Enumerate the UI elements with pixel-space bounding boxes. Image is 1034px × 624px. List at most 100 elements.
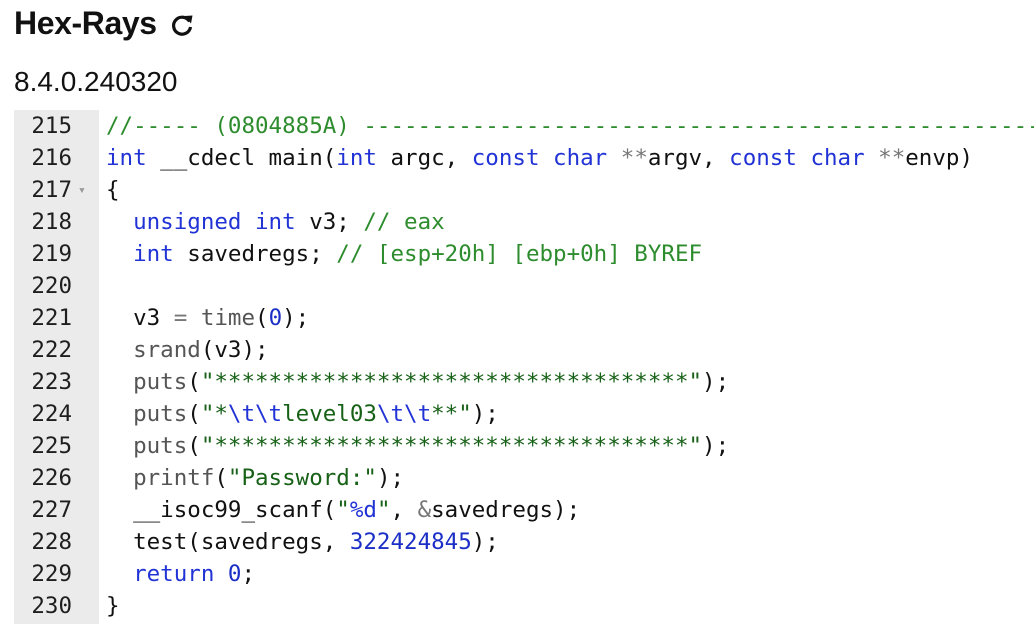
code-line: 220 [14, 270, 1034, 302]
code-token: char [810, 145, 865, 171]
code-text: int __cdecl main(int argc, const char **… [106, 142, 973, 174]
code-token: printf [133, 465, 215, 491]
refresh-icon[interactable] [167, 10, 197, 40]
line-number: 230 [31, 593, 72, 619]
code-token: = [173, 305, 188, 331]
code-token: __cdecl main( [146, 145, 337, 171]
line-number: 225 [31, 433, 72, 459]
fold-arrow-icon[interactable]: ▾ [78, 175, 86, 207]
code-editor[interactable]: 215 //----- (0804885A) ------------------… [14, 110, 1034, 624]
code-line: 223 puts("******************************… [14, 366, 1034, 398]
code-text: srand(v3); [106, 334, 269, 366]
code-line: 227 __isoc99_scanf("%d", &savedregs); [14, 494, 1034, 526]
code-token: { [106, 177, 120, 203]
code-token: **" [431, 401, 472, 427]
code-token: return [133, 561, 215, 587]
code-token: ( [187, 401, 201, 427]
code-token: savedregs; [173, 241, 337, 267]
code-token: (v3); [200, 337, 269, 363]
code-line: 221 v3 = time(0); [14, 302, 1034, 334]
code-text: puts("**********************************… [106, 366, 729, 398]
page-title: Hex-Rays [14, 4, 157, 41]
code-text: return 0; [106, 558, 255, 590]
code-token: %d [349, 497, 377, 523]
code-token: envp) [905, 145, 973, 171]
code-text: v3 = time(0); [106, 302, 309, 334]
code-token: ** [878, 145, 906, 171]
code-token: ); [471, 529, 499, 555]
code-line: 215 //----- (0804885A) ------------------… [14, 110, 1034, 142]
code-token: ); [702, 369, 730, 395]
code-token: srand [133, 337, 201, 363]
code-token: ** [620, 145, 648, 171]
code-token: v3 [106, 305, 174, 331]
code-line: 226 printf("Password:"); [14, 462, 1034, 494]
line-number: 224 [31, 401, 72, 427]
code-token: unsigned [133, 209, 242, 235]
code-text: puts("*\t\tlevel03\t\t**"); [106, 398, 499, 430]
code-text: __isoc99_scanf("%d", &savedregs); [106, 494, 580, 526]
code-line: 228 test(savedregs, 322424845); [14, 526, 1034, 558]
code-token: 0 [227, 561, 242, 587]
line-number: 220 [31, 273, 72, 299]
code-token: "* [200, 401, 228, 427]
line-number: 216 [31, 145, 72, 171]
code-line: 222 srand(v3); [14, 334, 1034, 366]
code-text: unsigned int v3; // eax [106, 206, 445, 238]
code-token: ); [376, 465, 405, 491]
code-token: char [553, 145, 608, 171]
code-token: __isoc99_scanf( [106, 497, 337, 523]
code-text: { [106, 174, 120, 206]
code-token: ( [255, 305, 269, 331]
line-number: 227 [31, 497, 72, 523]
code-text: int savedregs; // [esp+20h] [ebp+0h] BYR… [106, 238, 702, 270]
code-token: puts [133, 401, 188, 427]
code-token: test(savedregs, [106, 529, 350, 555]
code-token: // eax [363, 209, 445, 235]
code-text: puts("**********************************… [106, 430, 729, 462]
code-token: argc, [376, 145, 472, 171]
code-token: time [200, 305, 256, 331]
line-number: 218 [31, 209, 72, 235]
code-token: int [133, 241, 174, 267]
line-number: 223 [31, 369, 72, 395]
code-token: puts [133, 433, 188, 459]
code-line: 216 int __cdecl main(int argc, const char… [14, 142, 1034, 174]
code-token: "***********************************" [200, 369, 703, 395]
code-token: const [729, 145, 797, 171]
code-token: level03 [282, 401, 377, 427]
line-number: 219 [31, 241, 72, 267]
code-line: 219 int savedregs; // [esp+20h] [ebp+0h]… [14, 238, 1034, 270]
code-token: const [471, 145, 540, 171]
version-label: 8.4.0.240320 [14, 66, 178, 97]
code-text: printf("Password:"); [106, 462, 404, 494]
code-line: 224 puts("*\t\tlevel03\t\t**"); [14, 398, 1034, 430]
line-number: 229 [31, 561, 72, 587]
code-token: ( [187, 369, 201, 395]
code-token: & [417, 497, 432, 523]
line-number: 215 [31, 113, 72, 139]
code-token: ); [702, 433, 730, 459]
code-token: ( [214, 465, 228, 491]
code-token: "***********************************" [200, 433, 703, 459]
code-token: int [106, 145, 147, 171]
line-number: 221 [31, 305, 72, 331]
line-number: 228 [31, 529, 72, 555]
code-token: ); [471, 401, 499, 427]
code-line: 230} [14, 590, 1034, 622]
code-token: \t\t [376, 401, 432, 427]
code-token: , [390, 497, 418, 523]
